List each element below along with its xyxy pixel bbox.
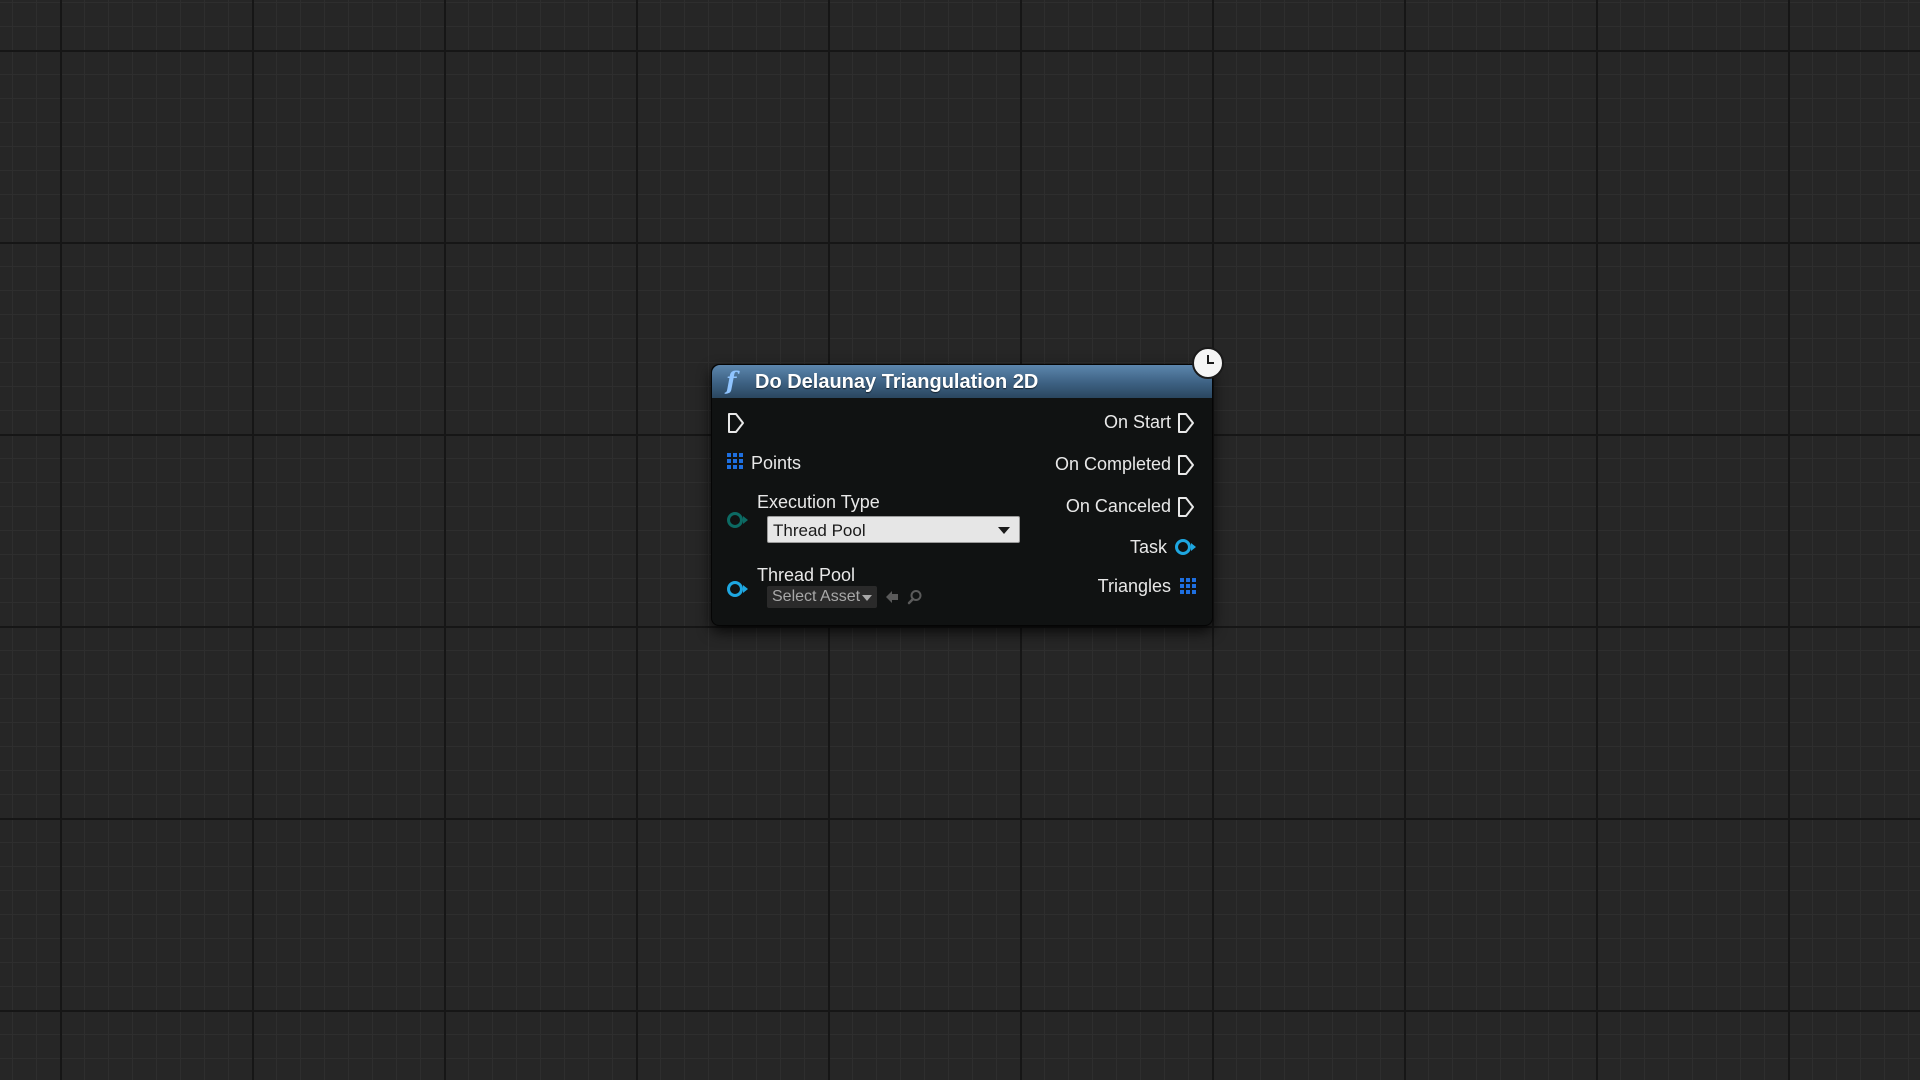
select-asset-text: Select Asset — [772, 588, 861, 605]
triangles-label: Triangles — [1097, 576, 1171, 596]
execution-type-dropdown[interactable]: Thread Pool — [767, 516, 1020, 543]
execution-type-value: Thread Pool — [773, 521, 866, 540]
exec-in-pin[interactable] — [727, 412, 745, 434]
task-object-pin[interactable] — [1174, 538, 1198, 556]
on-completed-exec-pin[interactable] — [1177, 454, 1195, 476]
use-selected-asset-icon[interactable] — [884, 589, 900, 605]
task-label: Task — [1129, 537, 1167, 557]
triangles-array-pin[interactable] — [1180, 578, 1196, 594]
chevron-down-icon — [862, 595, 872, 601]
execution-type-label: Execution Type — [757, 492, 880, 512]
points-label: Points — [751, 453, 802, 473]
blueprint-node[interactable]: f Do Delaunay Triangulation 2D Points Ex… — [711, 347, 1224, 626]
select-asset-dropdown[interactable]: Select Asset — [767, 586, 877, 608]
on-completed-label: On Completed — [1054, 454, 1171, 474]
on-canceled-exec-pin[interactable] — [1177, 496, 1195, 518]
on-start-exec-pin[interactable] — [1177, 412, 1195, 434]
execution-type-pin[interactable] — [726, 511, 750, 529]
node-header[interactable]: f Do Delaunay Triangulation 2D — [712, 365, 1212, 398]
on-canceled-label: On Canceled — [1065, 496, 1171, 516]
on-start-label: On Start — [1103, 412, 1171, 432]
browse-asset-icon[interactable] — [907, 589, 923, 605]
chevron-down-icon — [998, 527, 1010, 534]
thread-pool-pin[interactable] — [726, 580, 750, 598]
points-array-pin[interactable] — [727, 453, 743, 469]
thread-pool-label: Thread Pool — [757, 565, 856, 585]
clock-icon — [1192, 347, 1224, 379]
function-icon: f — [726, 366, 737, 395]
node-title: Do Delaunay Triangulation 2D — [755, 371, 1039, 393]
